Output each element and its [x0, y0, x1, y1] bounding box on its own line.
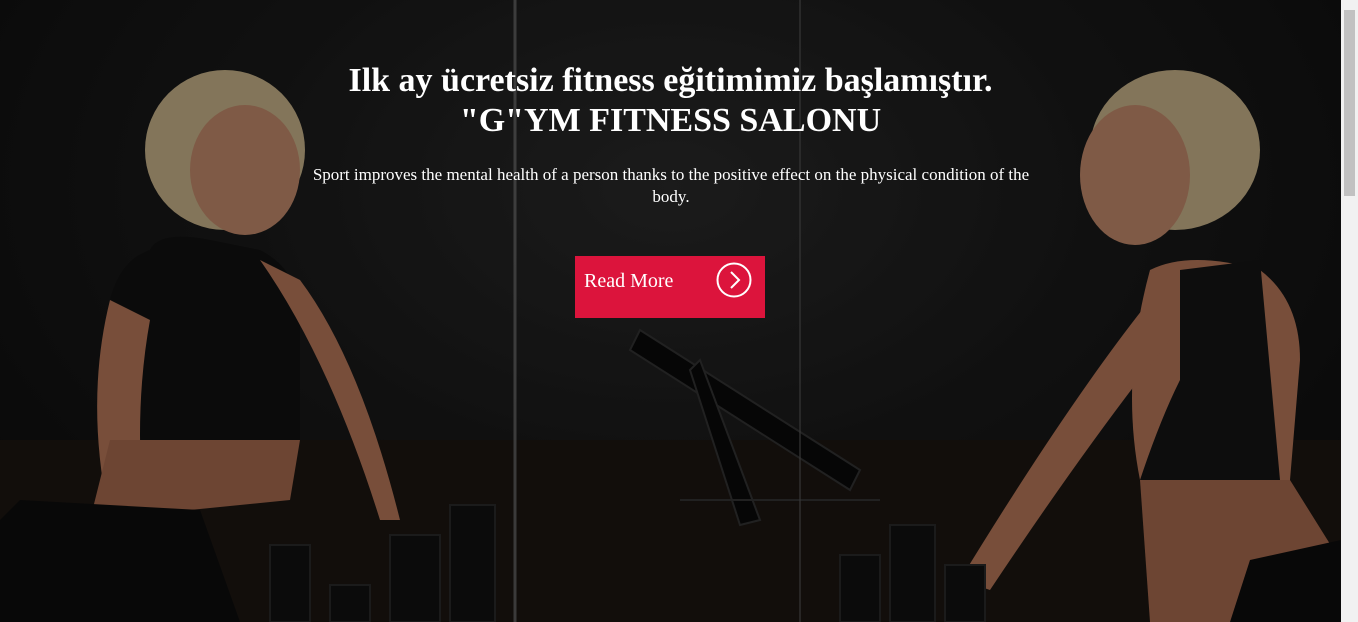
scrollbar-thumb[interactable] [1344, 10, 1355, 196]
hero-description: Sport improves the mental health of a pe… [312, 165, 1030, 206]
hero-section: Ilk ay ücretsiz fitness eğitimimiz başla… [0, 0, 1341, 622]
page-scrollbar[interactable] [1341, 0, 1358, 622]
hero-headline-line2: "G"YM FITNESS SALONU [459, 102, 882, 139]
hero-headline-line1: Ilk ay ücretsiz fitness eğitimimiz başla… [348, 62, 993, 99]
read-more-button[interactable]: Read More [575, 256, 765, 318]
read-more-label: Read More [584, 270, 674, 292]
chevron-right-circle-icon [716, 262, 752, 298]
